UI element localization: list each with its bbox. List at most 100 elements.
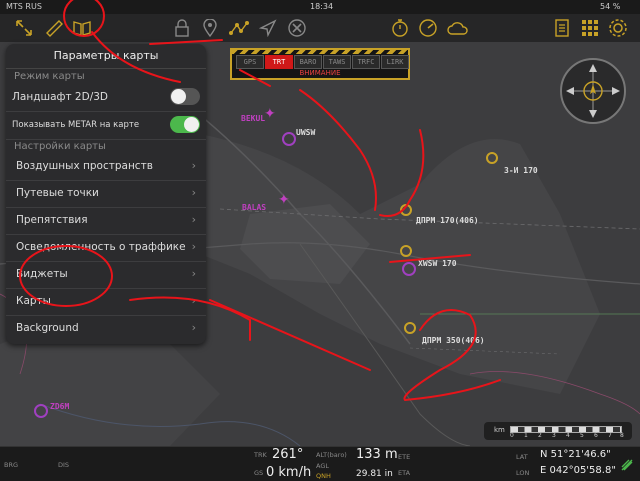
scale-tick: 5 xyxy=(580,432,584,439)
lat-value: N 51°21'46.6" xyxy=(540,449,611,460)
chevron-right-icon: › xyxy=(191,213,196,226)
airport-uwsw-label: UWSW xyxy=(296,128,316,137)
scale-tick: 4 xyxy=(566,432,570,439)
compass-arrows-icon xyxy=(566,64,620,118)
scale-tick: 2 xyxy=(538,432,542,439)
menu-item-maps[interactable]: Карты › xyxy=(6,288,206,316)
grid-menu-icon[interactable] xyxy=(578,16,602,40)
ndb-label-2: ДПРМ 170(406) xyxy=(416,216,479,225)
map-book-icon[interactable] xyxy=(70,16,94,40)
chevron-right-icon: › xyxy=(191,240,196,253)
scale-bar: km 0 1 2 3 4 5 6 7 8 xyxy=(484,422,632,440)
top-toolbar xyxy=(0,14,640,42)
scale-tick: 8 xyxy=(620,432,624,439)
chevron-right-icon: › xyxy=(191,321,196,334)
settings-gear-icon[interactable] xyxy=(606,16,630,40)
lock-icon[interactable] xyxy=(170,16,194,40)
alt-label: ALT(baro) xyxy=(316,451,347,459)
instrument-bar: BRG DIS TRK 261° GS 0 km/h ALT(baro) 133… xyxy=(0,446,640,481)
ruler-icon[interactable] xyxy=(42,16,66,40)
route-icon[interactable] xyxy=(227,16,251,40)
ndb-label-1: З-И 170 xyxy=(504,166,538,175)
waypoint-zd6m-label: ZD6M xyxy=(50,402,70,411)
waypoint-bekul-icon[interactable]: ✦ xyxy=(264,106,276,122)
alert-baro-button[interactable]: BARO xyxy=(294,55,322,69)
weather-cloud-icon[interactable] xyxy=(446,16,470,40)
menu-item-label: Воздушных пространств xyxy=(16,160,153,172)
scale-tick: 3 xyxy=(552,432,556,439)
chevron-right-icon: › xyxy=(191,186,196,199)
ndb-icon-4[interactable] xyxy=(404,322,416,334)
eta-label: ETA xyxy=(398,469,411,477)
menu-item-label: Путевые точки xyxy=(16,187,99,199)
map-settings-panel: Параметры карты Режим карты Ландшафт 2D/… xyxy=(6,44,206,344)
alert-lirk-button[interactable]: LIRK xyxy=(381,55,409,69)
menu-item-widgets[interactable]: Виджеты › xyxy=(6,261,206,289)
section-map-settings: Настройки карты xyxy=(14,141,106,152)
lon-label: LON xyxy=(516,469,530,477)
waypoint-balas-icon[interactable]: ✦ xyxy=(278,192,290,208)
landscape-label: Ландшафт 2D/3D xyxy=(12,91,108,103)
scale-tick: 0 xyxy=(510,432,514,439)
metar-label: Показывать METAR на карте xyxy=(12,120,140,130)
carrier-text: MTS RUS xyxy=(6,2,42,11)
gps-signal-icon xyxy=(620,457,634,476)
alert-trt-button[interactable]: TRT xyxy=(265,55,293,69)
dis-label: DIS xyxy=(58,461,70,469)
lat-label: LAT xyxy=(516,453,528,461)
gs-label: GS xyxy=(254,469,264,477)
airport-uwsw-icon[interactable] xyxy=(282,132,296,146)
menu-item-label: Карты xyxy=(16,295,51,307)
alert-trfc-button[interactable]: TRFC xyxy=(352,55,380,69)
ete-label: ETE xyxy=(398,453,411,461)
alert-panel: GPS TRT BARO TAWS TRFC LIRK ВНИМАНИЕ xyxy=(230,48,410,80)
alt-value: 133 m xyxy=(356,447,398,462)
airport-xwsw-icon[interactable] xyxy=(402,262,416,276)
qnh-label: QNH xyxy=(316,472,331,480)
scale-tick: 7 xyxy=(608,432,612,439)
chevron-right-icon: › xyxy=(191,294,196,307)
menu-item-waypoints[interactable]: Путевые точки › xyxy=(6,180,206,208)
expand-arrows-icon[interactable] xyxy=(12,16,36,40)
landscape-toggle[interactable] xyxy=(170,88,200,105)
menu-item-traffic[interactable]: Осведомленность о траффике › xyxy=(6,234,206,262)
navigate-arrow-icon[interactable] xyxy=(256,16,280,40)
menu-item-label: Виджеты xyxy=(16,268,68,280)
qnh-value: 29.81 in xyxy=(356,469,393,479)
ndb-icon-2[interactable] xyxy=(400,204,412,216)
metar-row: Показывать METAR на карте xyxy=(6,112,206,140)
location-pin-icon[interactable] xyxy=(198,16,222,40)
panel-title: Параметры карты xyxy=(6,44,206,69)
ndb-icon-1[interactable] xyxy=(486,152,498,164)
alert-hatch-stripe xyxy=(232,50,408,54)
ios-status-bar: MTS RUS 18:34 54 % xyxy=(0,0,640,14)
menu-item-background[interactable]: Background › xyxy=(6,315,206,342)
metar-toggle[interactable] xyxy=(170,116,200,133)
section-map-mode: Режим карты xyxy=(14,71,85,82)
scale-tick: 1 xyxy=(524,432,528,439)
gs-value: 0 km/h xyxy=(266,465,312,480)
menu-item-label: Осведомленность о траффике xyxy=(16,241,186,253)
document-icon[interactable] xyxy=(550,16,574,40)
lon-value: E 042°05'58.8" xyxy=(540,465,616,476)
scale-tick: 6 xyxy=(594,432,598,439)
gauge-icon[interactable] xyxy=(416,16,440,40)
agl-label: AGL xyxy=(316,462,329,470)
chevron-right-icon: › xyxy=(191,267,196,280)
close-circle-icon[interactable] xyxy=(285,16,309,40)
stopwatch-icon[interactable] xyxy=(388,16,412,40)
scale-unit: km xyxy=(494,426,505,434)
alert-taws-button[interactable]: TAWS xyxy=(323,55,351,69)
waypoint-zd6m-icon[interactable] xyxy=(34,404,48,418)
brg-label: BRG xyxy=(4,461,19,469)
trk-label: TRK xyxy=(254,451,267,459)
alert-gps-button[interactable]: GPS xyxy=(236,55,264,69)
menu-item-obstacles[interactable]: Препятствия › xyxy=(6,207,206,235)
battery-text: 54 % xyxy=(600,2,621,11)
landscape-row: Ландшафт 2D/3D xyxy=(6,84,206,112)
ndb-icon-3[interactable] xyxy=(400,245,412,257)
compass-rose[interactable] xyxy=(560,58,626,124)
menu-item-airspaces[interactable]: Воздушных пространств › xyxy=(6,153,206,181)
ndb-label-3: ДПРМ 350(406) xyxy=(422,336,485,345)
waypoint-balas-label: BALAS xyxy=(242,203,267,212)
